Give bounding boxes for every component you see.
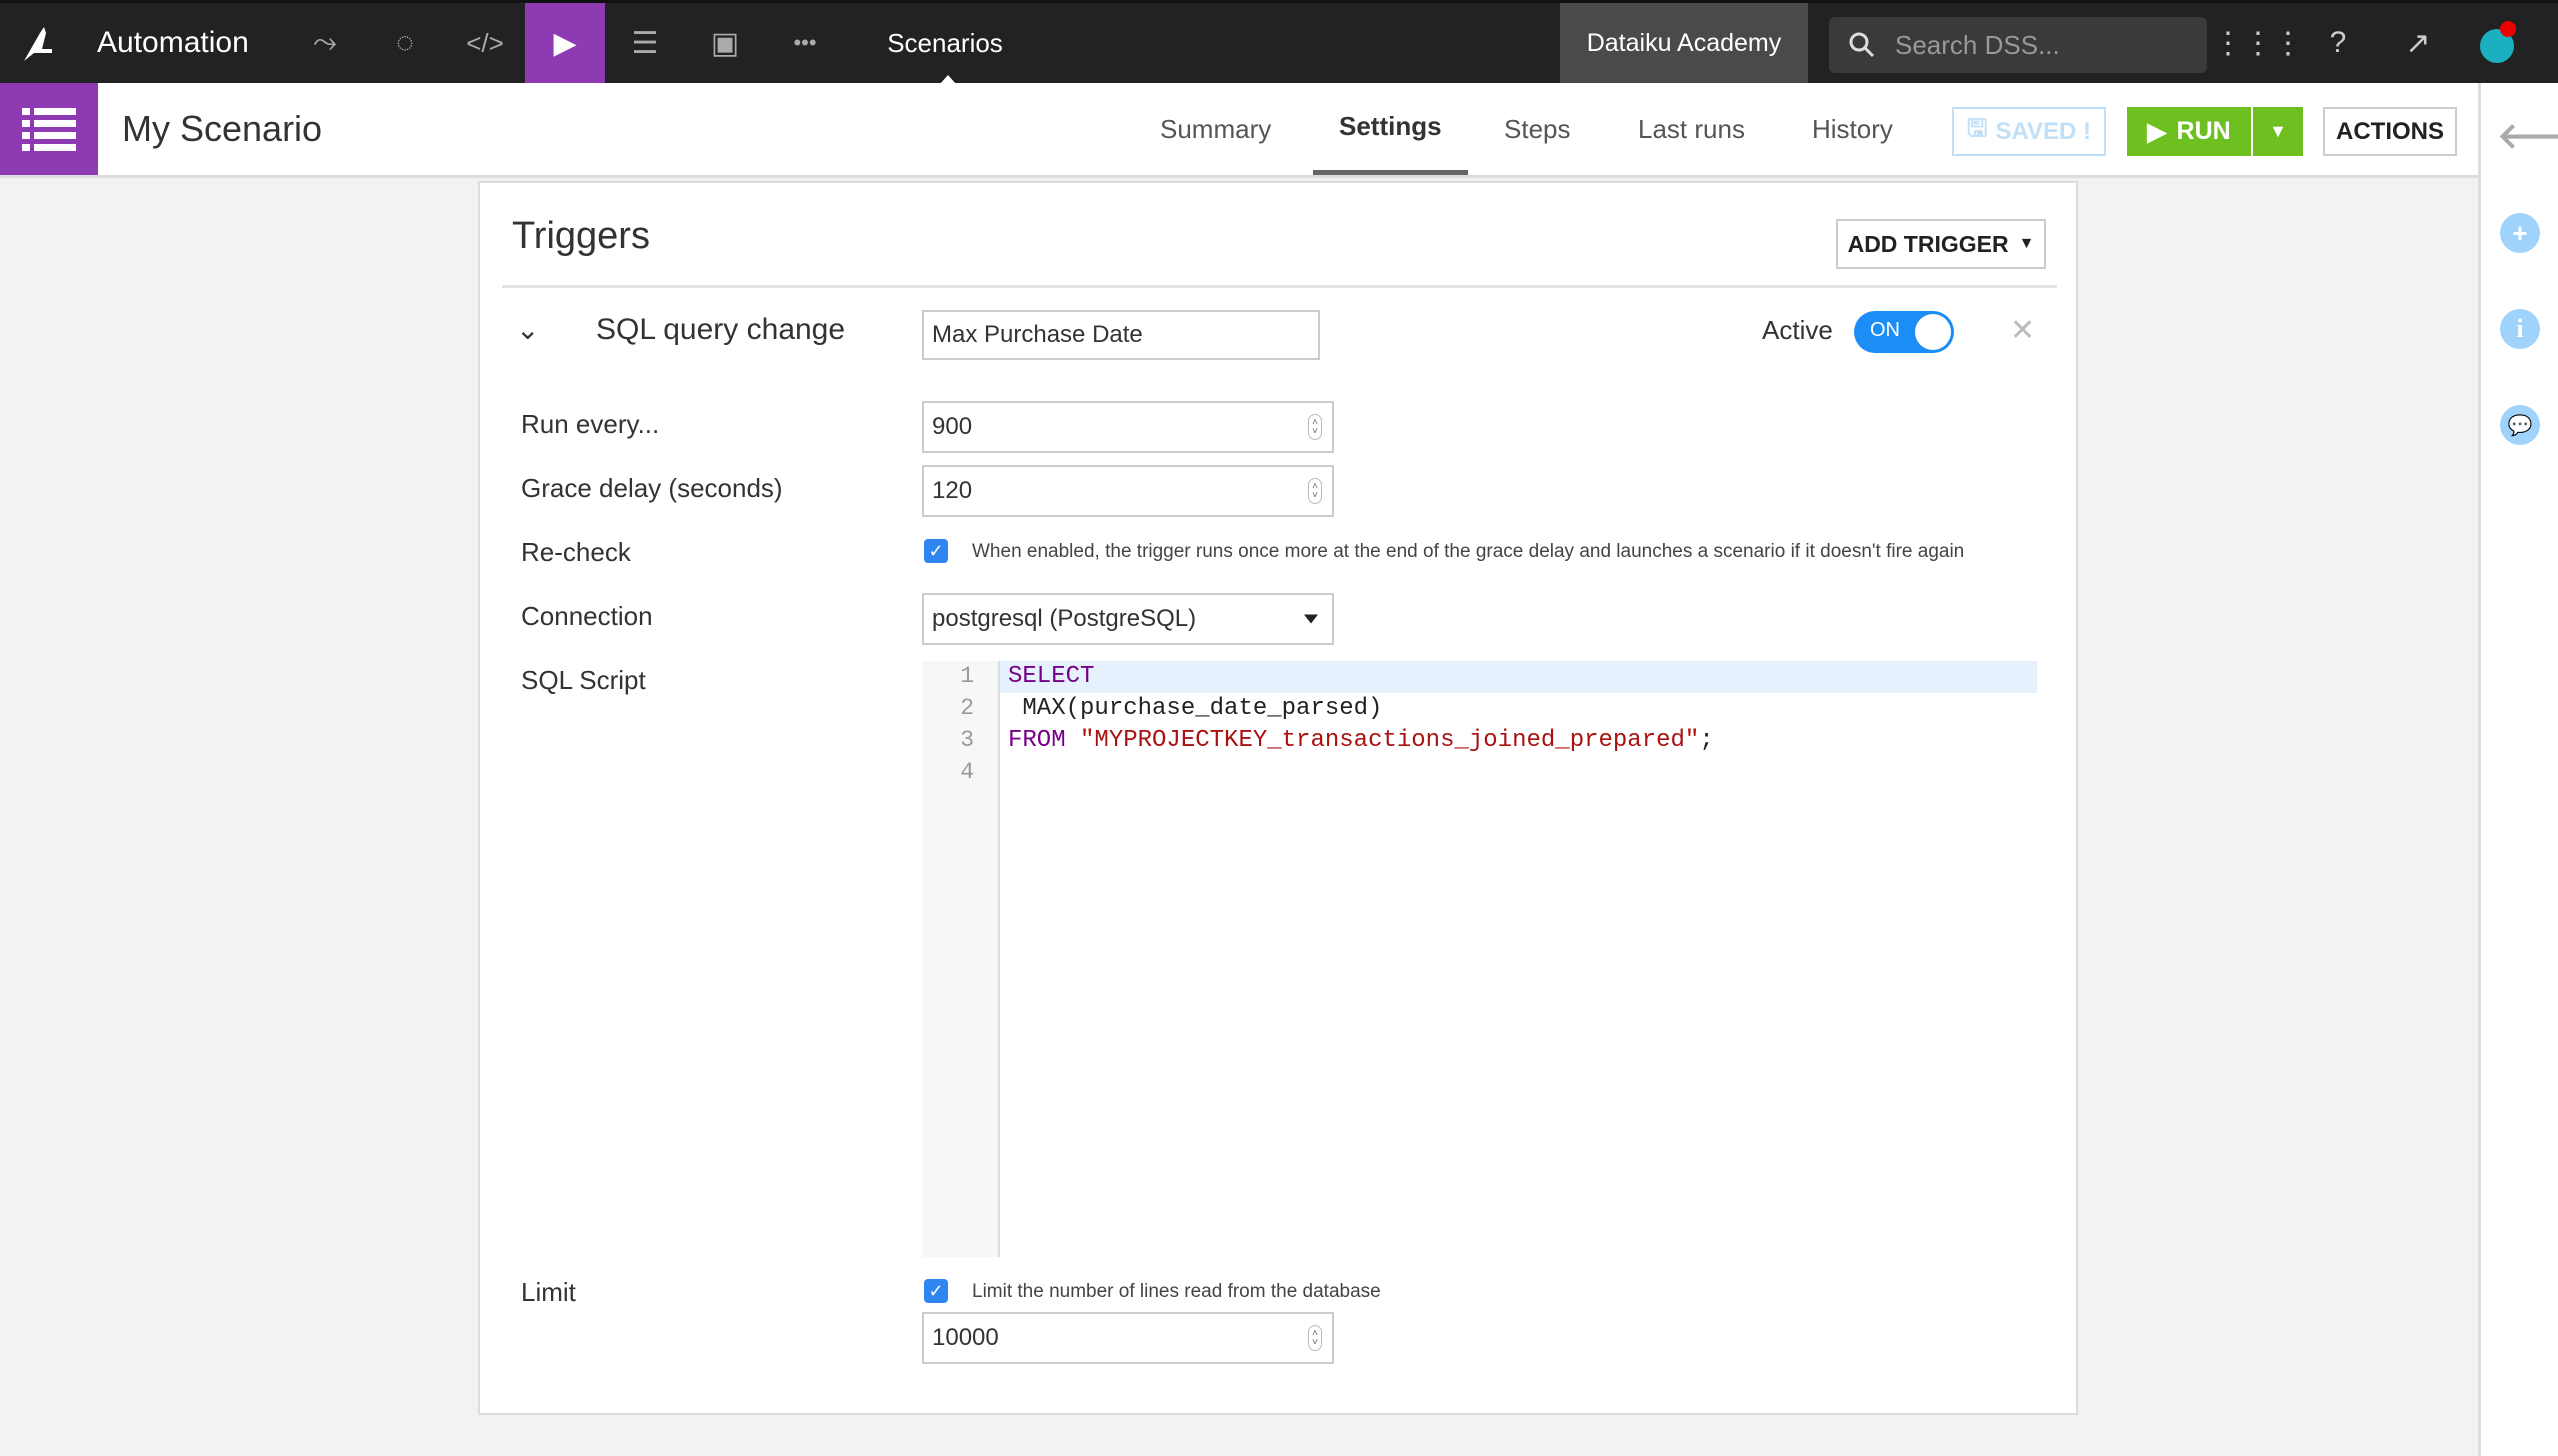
collapse-chevron-icon[interactable]: ⌄ xyxy=(516,313,539,346)
recheck-description: When enabled, the trigger runs once more… xyxy=(972,541,1965,562)
run-every-value: 900 xyxy=(932,413,973,440)
code-line-3: FROM "MYPROJECTKEY_transactions_joined_p… xyxy=(1008,727,1714,754)
discussion-icon[interactable]: 💬 xyxy=(2500,405,2540,445)
active-label: Active xyxy=(1762,315,1833,345)
play-icon: ▶ xyxy=(2147,117,2167,146)
saved-button[interactable]: 🖫 SAVED ! xyxy=(1952,107,2106,156)
limit-description: Limit the number of lines read from the … xyxy=(972,1281,1381,1302)
sql-keyword: FROM xyxy=(1008,727,1066,754)
limit-input[interactable]: 10000 ˄ ˅ xyxy=(922,1312,1334,1364)
toggle-label: ON xyxy=(1870,319,1900,341)
connection-select[interactable]: postgresql (PostgreSQL) xyxy=(922,593,1334,645)
dataiku-logo-icon[interactable] xyxy=(0,3,76,83)
scenario-title: My Scenario xyxy=(122,108,323,149)
help-icon[interactable]: ? xyxy=(2298,3,2378,83)
right-rail: 🡐 + i 💬 xyxy=(2478,83,2558,1456)
search-box[interactable]: Search DSS... xyxy=(1829,17,2207,73)
dashboard-icon[interactable]: ▣ xyxy=(685,3,765,83)
sql-string: "MYPROJECTKEY_transactions_joined_prepar… xyxy=(1080,727,1700,754)
apps-grid-icon[interactable]: ⋮⋮⋮ xyxy=(2213,3,2303,83)
run-every-input[interactable]: 900 ˄ ˅ xyxy=(922,401,1334,453)
triggers-panel: Triggers ADD TRIGGER ▼ ⌄ SQL query chang… xyxy=(478,181,2078,1415)
code-icon[interactable]: </> xyxy=(445,3,525,83)
line-number: 3 xyxy=(960,727,974,753)
code-line-2: MAX(purchase_date_parsed) xyxy=(1008,695,1383,722)
connection-label: Connection xyxy=(521,601,653,631)
search-input[interactable]: Search DSS... xyxy=(1895,30,2060,61)
saved-label: SAVED ! xyxy=(1995,117,2092,145)
limit-label: Limit xyxy=(521,1277,576,1307)
line-number: 4 xyxy=(960,759,974,785)
sql-semicolon: ; xyxy=(1699,727,1714,754)
top-navbar: Automation ⤳ ◌ </> ▶ ☰ ▣ ••• Scenarios D… xyxy=(0,0,2558,84)
limit-checkbox[interactable]: ✓ xyxy=(924,1279,948,1303)
active-toggle[interactable]: ON xyxy=(1854,311,1954,353)
grace-delay-value: 120 xyxy=(932,477,973,504)
run-dropdown-button[interactable]: ▼ xyxy=(2253,107,2303,156)
add-trigger-label: ADD TRIGGER xyxy=(1847,230,2009,257)
tab-last-runs[interactable]: Last runs xyxy=(1638,83,1745,175)
line-number: 2 xyxy=(960,695,974,721)
code-line-1: SELECT xyxy=(1008,663,1094,690)
flow-icon[interactable]: ⤳ xyxy=(285,3,365,83)
trigger-type: SQL query change xyxy=(596,313,846,346)
sql-script-label: SQL Script xyxy=(521,665,646,695)
limit-value: 10000 xyxy=(932,1324,999,1351)
sql-keyword: SELECT xyxy=(1008,663,1095,690)
trend-icon[interactable]: ↗ xyxy=(2378,3,2458,83)
tab-steps[interactable]: Steps xyxy=(1504,83,1571,175)
scenario-header: My Scenario Summary Settings Steps Last … xyxy=(0,83,2480,178)
add-trigger-button[interactable]: ADD TRIGGER ▼ xyxy=(1836,219,2046,269)
tab-history[interactable]: History xyxy=(1812,83,1893,175)
spinner-icon[interactable]: ˄ ˅ xyxy=(1308,1325,1322,1351)
spinner-icon[interactable]: ˄ ˅ xyxy=(1308,414,1322,440)
instance-name[interactable]: Dataiku Academy xyxy=(1560,3,1808,83)
caret-down-icon: ▼ xyxy=(2269,121,2287,141)
project-title[interactable]: Automation xyxy=(97,3,249,83)
grace-delay-label: Grace delay (seconds) xyxy=(521,473,783,503)
line-number: 1 xyxy=(960,663,974,689)
trigger-name-input[interactable]: Max Purchase Date xyxy=(922,310,1320,360)
grace-delay-input[interactable]: 120 ˄ ˅ xyxy=(922,465,1334,517)
caret-down-icon: ▼ xyxy=(2018,235,2035,252)
tab-summary[interactable]: Summary xyxy=(1160,83,1271,175)
scenario-list-icon[interactable] xyxy=(0,83,98,175)
recheck-label: Re-check xyxy=(521,537,631,567)
active-line-highlight xyxy=(1000,661,2037,693)
connection-value: postgresql (PostgreSQL) xyxy=(932,605,1197,632)
run-button[interactable]: ▶ RUN xyxy=(2127,107,2251,156)
run-label: RUN xyxy=(2176,117,2231,145)
tab-settings[interactable]: Settings xyxy=(1313,83,1468,175)
current-section[interactable]: Scenarios xyxy=(860,3,1030,83)
divider xyxy=(502,285,2057,288)
toggle-knob xyxy=(1915,314,1951,350)
save-disk-icon: 🖫 xyxy=(1966,115,1988,142)
line-gutter: 1 2 3 4 xyxy=(922,661,1000,1257)
run-every-label: Run every... xyxy=(521,409,660,439)
triggers-title: Triggers xyxy=(512,215,650,257)
add-icon[interactable]: + xyxy=(2500,213,2540,253)
info-icon[interactable]: i xyxy=(2500,309,2540,349)
more-icon[interactable]: ••• xyxy=(765,3,845,83)
caret-down-icon xyxy=(1304,614,1318,624)
collapse-arrow-icon[interactable]: 🡐 xyxy=(2497,113,2558,157)
sql-editor[interactable]: 1 2 3 4 SELECT MAX(purchase_date_parsed)… xyxy=(922,661,2037,1261)
datasets-icon[interactable]: ☰ xyxy=(605,3,685,83)
recheck-checkbox[interactable]: ✓ xyxy=(924,539,948,563)
remove-trigger-icon[interactable]: ✕ xyxy=(2010,313,2035,348)
notification-dot xyxy=(2500,21,2516,37)
run-scenario-icon[interactable]: ▶ xyxy=(525,3,605,83)
actions-button[interactable]: ACTIONS xyxy=(2323,107,2457,156)
search-icon xyxy=(1829,31,1895,59)
spinner-icon[interactable]: ˄ ˅ xyxy=(1308,478,1322,504)
lifecycle-icon[interactable]: ◌ xyxy=(365,3,445,83)
